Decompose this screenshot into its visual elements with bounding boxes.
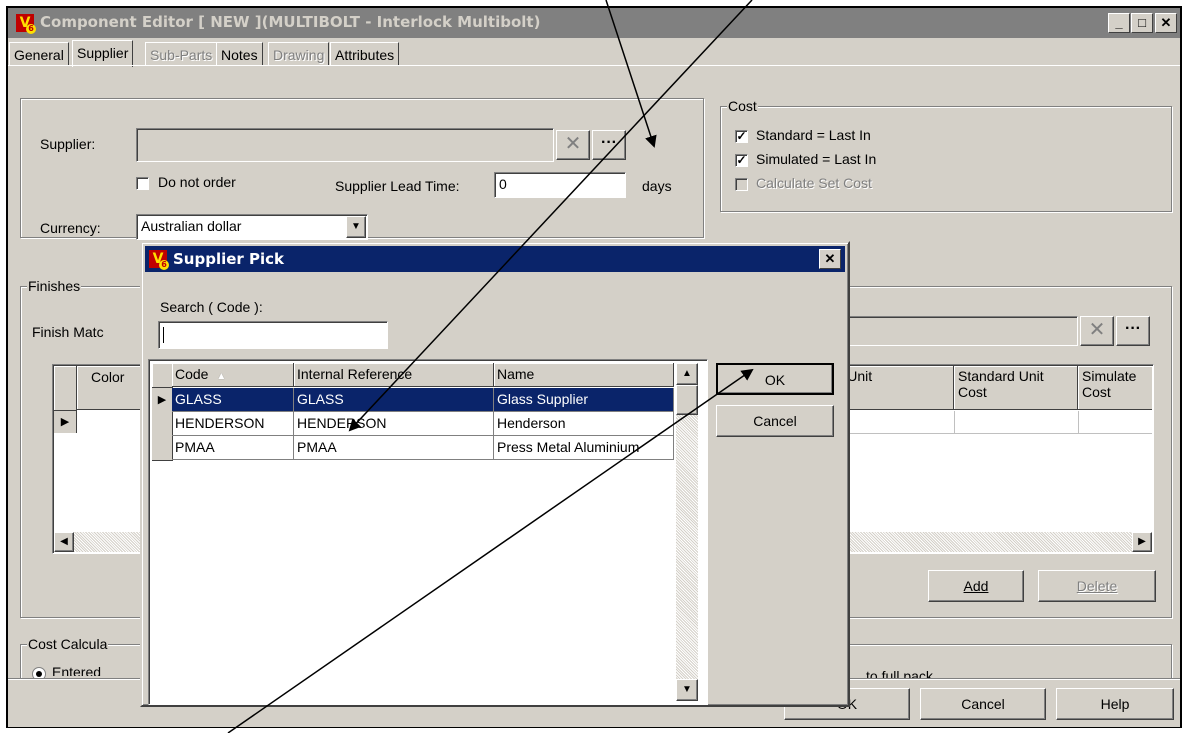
arrow-to-supplier-pick-icon <box>605 0 657 148</box>
arrow-to-ok-button <box>227 368 754 733</box>
arrow-to-henderson-row <box>348 0 753 432</box>
annotation-arrows <box>227 0 754 733</box>
